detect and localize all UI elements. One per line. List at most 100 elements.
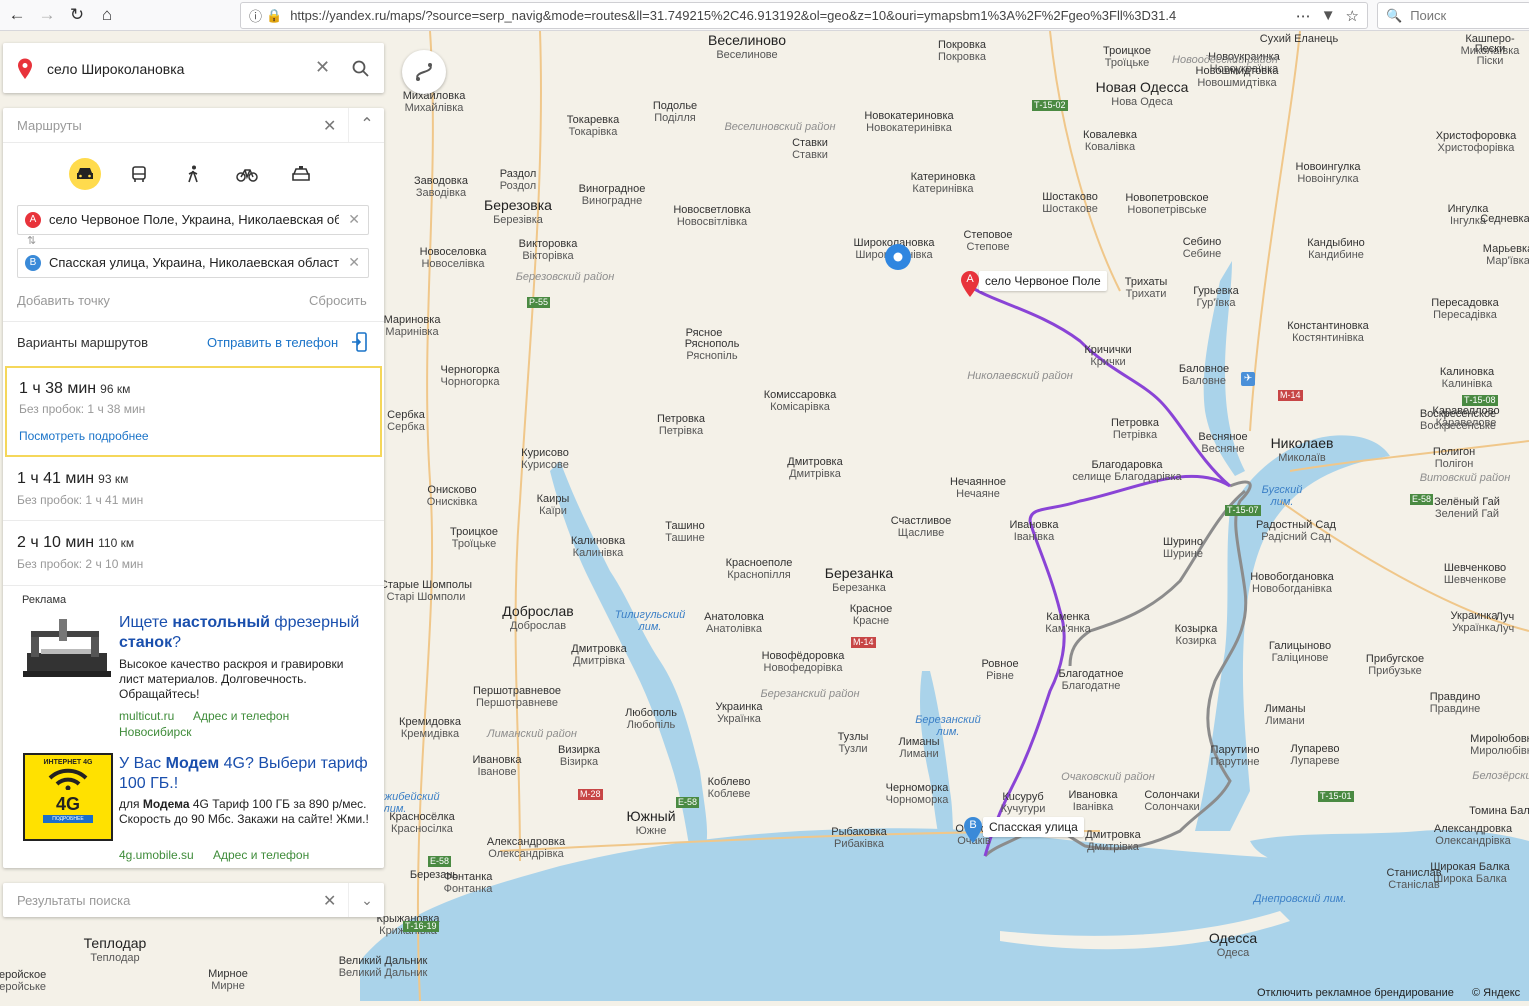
place-label[interactable]: Онисково Онисківка: [427, 484, 478, 508]
place-label[interactable]: Великий Дальник Великий Дальник: [339, 955, 428, 979]
route-option-3[interactable]: 2 ч 10 мин 110 км Без пробок: 2 ч 10 мин: [3, 521, 384, 583]
place-label[interactable]: Курисово Курисове: [521, 447, 569, 471]
place-label[interactable]: МирolюбовкаМиролюбівка: [1470, 733, 1529, 757]
footer-disable-ads-link[interactable]: Отключить рекламное брендирование: [1257, 987, 1454, 999]
place-label[interactable]: Кандыбино Кандибине: [1307, 237, 1365, 261]
place-label[interactable]: Першотравневое Першотравневе: [473, 685, 561, 709]
place-label[interactable]: Украинка Українка: [1451, 610, 1498, 634]
place-label[interactable]: Шевченково Шевченкове: [1444, 562, 1506, 586]
add-point-link[interactable]: Добавить точку: [17, 293, 110, 308]
place-label[interactable]: Правдино Правдине: [1430, 691, 1481, 715]
place-label[interactable]: Старые Шомполы Старі Шомполи: [380, 579, 472, 603]
route-mode-button[interactable]: [402, 50, 446, 94]
place-label[interactable]: Пески Піски: [1475, 43, 1505, 67]
place-label[interactable]: Калиновка Калинівка: [571, 535, 625, 559]
place-label[interactable]: Новошмидтовка Новошмидтівка: [1196, 65, 1279, 89]
place-label[interactable]: Пересадовка Пересадівка: [1431, 297, 1498, 321]
route-point-a-marker[interactable]: A: [959, 270, 981, 303]
clear-from-icon[interactable]: ✕: [348, 211, 360, 228]
route-from-value[interactable]: село Червоное Поле, Украина, Николаевска…: [49, 212, 339, 227]
place-label[interactable]: Козырка Козирка: [1175, 623, 1218, 647]
place-label[interactable]: Марьевка Мар'ївка: [1483, 243, 1529, 267]
place-label[interactable]: Калиновка Калинівка: [1440, 366, 1494, 390]
search-results-bar[interactable]: Результаты поиска ✕ ⌄: [3, 883, 384, 917]
place-label[interactable]: Парутино Парутине: [1211, 744, 1260, 768]
close-results-icon[interactable]: ✕: [323, 891, 336, 911]
route-option-1[interactable]: 1 ч 38 мин 96 км Без пробок: 1 ч 38 мин П…: [5, 366, 382, 457]
url-text[interactable]: https://yandex.ru/maps/?source=serp_navi…: [290, 8, 1295, 23]
mode-car-button[interactable]: [69, 158, 101, 190]
place-label[interactable]: Комиссаровка Комісарівка: [764, 389, 837, 413]
place-label[interactable]: Кремидовка Кремидівка: [399, 716, 461, 740]
pin-a-label[interactable]: село Червоное Поле: [979, 271, 1107, 291]
place-label[interactable]: Раздол Роздол: [500, 168, 536, 192]
mode-taxi-button[interactable]: [285, 158, 317, 190]
place-label[interactable]: Покровка Покровка: [938, 39, 986, 63]
place-label[interactable]: Новоселовка Новоселівка: [420, 246, 487, 270]
route-from-field[interactable]: A село Червоное Поле, Украина, Николаевс…: [17, 205, 369, 235]
place-label[interactable]: Новосветловка Новосвітлівка: [673, 204, 750, 228]
place-label[interactable]: Коблево Коблеве: [708, 776, 751, 800]
collapse-panel-button[interactable]: ⌃: [348, 108, 384, 142]
bookmark-star-icon[interactable]: ☆: [1346, 7, 1359, 25]
place-label[interactable]: Одесса Одеса: [1209, 931, 1257, 961]
place-label[interactable]: Тузлы Тузли: [838, 731, 869, 755]
place-label[interactable]: Дмитровка Дмитрівка: [571, 643, 626, 667]
place-label[interactable]: Катериновка Катеринівка: [911, 171, 976, 195]
place-label[interactable]: Рыбаковка Рибаківка: [831, 826, 886, 850]
info-icon[interactable]: ⓘ: [249, 6, 262, 25]
place-label[interactable]: Троицкое Троїцьке: [1103, 45, 1151, 69]
ad1-image[interactable]: [21, 613, 113, 685]
place-label[interactable]: Ивановка Іванове: [473, 754, 522, 778]
route-option-2[interactable]: 1 ч 41 мин 93 км Без пробок: 1 ч 41 мин: [3, 457, 384, 519]
browser-search-field[interactable]: 🔍 Поиск: [1377, 2, 1529, 29]
place-label[interactable]: Мариновка Маринівка: [384, 314, 441, 338]
place-label[interactable]: Троицкое Троїцьке: [450, 526, 498, 550]
place-label[interactable]: Весняное Весняне: [1198, 431, 1247, 455]
ad2-domain-link[interactable]: 4g.umobile.su: [119, 848, 194, 862]
place-label[interactable]: Нечаянное Нечаяне: [950, 476, 1006, 500]
place-label[interactable]: Петровка Петрівка: [657, 413, 705, 437]
place-label[interactable]: Каиры Каїри: [537, 493, 570, 517]
place-label[interactable]: Ставки Ставки: [792, 137, 828, 161]
selected-place-marker[interactable]: [883, 242, 913, 277]
place-label[interactable]: Трихаты Трихати: [1125, 276, 1168, 300]
place-label[interactable]: Зелёный Гай Зелений Гай: [1434, 496, 1500, 520]
mode-bike-button[interactable]: [231, 158, 263, 190]
place-label[interactable]: Дмитровка Дмитрівка: [787, 456, 842, 480]
place-label[interactable]: Любополь Любопіль: [625, 707, 677, 731]
search-icon[interactable]: [352, 60, 370, 78]
ad1-contacts-link[interactable]: Адрес и телефон: [193, 709, 289, 723]
place-label[interactable]: Теплодар Теплодар: [84, 936, 147, 966]
place-label[interactable]: Веселиново Веселинове: [708, 33, 786, 63]
place-label[interactable]: Благодаровка селище Благодарівка: [1072, 459, 1181, 483]
place-label[interactable]: Ряснополь Ряснопіль: [685, 338, 740, 362]
place-label[interactable]: Новофёдоровка Новофедорівка: [762, 650, 845, 674]
place-label[interactable]: Украинка Українка: [716, 701, 763, 725]
ad2-title[interactable]: У Вас Модем 4G? Выбери тариф 100 ГБ.!: [119, 754, 369, 794]
place-label[interactable]: Новоингулка Новоінгулка: [1296, 161, 1361, 185]
place-label[interactable]: Благодатное Благодатне: [1059, 668, 1124, 692]
place-label[interactable]: Кucурyб Кучугури: [1001, 791, 1046, 815]
place-label[interactable]: Токаревка Токарівка: [567, 114, 619, 138]
place-label[interactable]: Ковалевка Ковалівка: [1083, 129, 1137, 153]
place-label[interactable]: Новая Одесса Нова Одеса: [1096, 80, 1189, 110]
place-label[interactable]: Галицыново Галіцинове: [1269, 640, 1331, 664]
place-label[interactable]: Новобогдановка Новобогданівка: [1250, 571, 1334, 595]
place-label[interactable]: Прибугское Прибузьке: [1366, 653, 1424, 677]
place-label[interactable]: Шостаково Шостакове: [1042, 191, 1098, 215]
clear-search-icon[interactable]: ✕: [315, 57, 330, 78]
place-label[interactable]: Красное Красне: [850, 603, 892, 627]
place-label[interactable]: Подолье Поділля: [653, 100, 697, 124]
place-label[interactable]: Полигон Полігон: [1433, 446, 1475, 470]
route-to-value[interactable]: Спасская улица, Украина, Николаевская об…: [49, 255, 339, 270]
route-details-link[interactable]: Посмотреть подробнее: [19, 429, 149, 443]
place-label[interactable]: Виноградное Виноградне: [579, 183, 646, 207]
place-label[interactable]: Себино Себине: [1183, 236, 1222, 260]
place-label[interactable]: Лиманы Лимани: [1264, 703, 1305, 727]
ad2-contacts-link[interactable]: Адрес и телефон: [213, 848, 309, 862]
place-label[interactable]: Баловное Баловне: [1179, 363, 1229, 387]
place-label[interactable]: Гурьевка Гур'ївка: [1193, 285, 1239, 309]
place-label[interactable]: Викторовка Вікторівка: [519, 238, 578, 262]
pocket-icon[interactable]: ▼: [1321, 7, 1336, 25]
